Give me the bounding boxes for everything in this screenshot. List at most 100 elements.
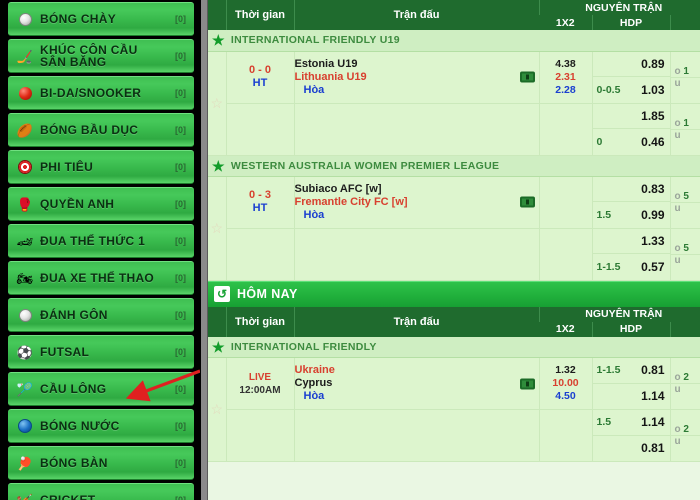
hdp-odd[interactable]: 1.33 [641, 234, 664, 248]
hdp-odd[interactable]: 0.57 [641, 260, 664, 274]
sidebar-item-4[interactable]: PHI TIÊU [0] [8, 150, 194, 184]
sidebar-item-3[interactable]: 🏉 BÓNG BẦU DỤC [0] [8, 113, 194, 147]
league-header-row[interactable]: ★ INTERNATIONAL FRIENDLY [208, 336, 700, 358]
hdp-cell[interactable]: 0.89 0-0.5 1.03 [591, 51, 670, 104]
sidebar-item-10[interactable]: 🏸 CẦU LÔNG [0] [8, 372, 194, 406]
odds-1x2-cell[interactable] [538, 176, 592, 229]
match-favourite-cell[interactable]: ☆ [208, 176, 226, 281]
hdp-option[interactable]: 0.89 [592, 52, 670, 77]
hdp-cell-secondary[interactable]: 1.85 0 0.46 [591, 103, 670, 156]
match-teams-cell[interactable]: Ukraine Cyprus Hòa [293, 357, 539, 410]
ou-option[interactable]: o 2 [670, 424, 700, 436]
ou-option[interactable]: o 1 [670, 118, 700, 130]
match-favourite-cell[interactable]: ☆ [208, 51, 226, 156]
hdp-cell-secondary[interactable]: 1.5 1.14 0.81 [591, 409, 670, 462]
star-outline-icon[interactable]: ☆ [210, 220, 223, 236]
sidebar-item-13[interactable]: 🏏 CRICKET [0] [8, 483, 194, 500]
odd-away[interactable]: 10.00 [540, 377, 592, 390]
over-under-cell[interactable]: o 5u [669, 176, 700, 229]
hdp-cell[interactable]: 0.83 1.5 0.99 [591, 176, 670, 229]
sidebar-item-12[interactable]: 🏓 BÓNG BÀN [0] [8, 446, 194, 480]
odd-draw[interactable]: 4.50 [540, 390, 592, 403]
match-row[interactable]: ☆ 0 - 3 HT Subiaco AFC [w] Fremantle City FC… [208, 176, 700, 281]
ou-option[interactable]: o 1 [670, 66, 700, 78]
sidebar-item-2[interactable]: BI-DA/SNOOKER [0] [8, 76, 194, 110]
league-favourite-icon[interactable]: ★ [212, 340, 225, 354]
sidebar-item-6[interactable]: 🏎 ĐUA THỂ THỨC 1 [0] [8, 224, 194, 258]
odds-1x2-cell[interactable]: 1.32 10.00 4.50 [538, 357, 592, 410]
match-row-secondary[interactable]: 1.5 1.14 0.81 o 2u [208, 409, 700, 462]
match-teams-cell[interactable]: Subiaco AFC [w] Fremantle City FC [w] Hòa [293, 176, 539, 229]
refresh-icon[interactable]: ↺ [214, 286, 230, 302]
league-header-row[interactable]: ★ WESTERN AUSTRALIA WOMEN PREMIER LEAGUE [208, 155, 700, 177]
over-under-cell[interactable]: o 2u [669, 357, 700, 410]
ou-option[interactable]: u [671, 130, 700, 141]
hdp-odd[interactable]: 1.03 [641, 83, 664, 97]
hdp-option[interactable]: 0 0.46 [593, 129, 670, 155]
odd-draw[interactable]: 2.28 [540, 84, 592, 97]
ou-option[interactable]: u [671, 255, 700, 266]
hdp-cell[interactable]: 1-1.5 0.81 1.14 [591, 357, 670, 410]
hdp-option[interactable]: 1.33 [592, 229, 670, 254]
odd-draw[interactable] [540, 209, 592, 222]
hdp-odd[interactable]: 0.99 [641, 208, 664, 222]
hdp-odd[interactable]: 1.14 [641, 389, 664, 403]
hdp-odd[interactable]: 0.89 [641, 57, 664, 71]
sidebar-item-1[interactable]: 🏒 KHÚC CÔN CẦU SÂN BĂNG [0] [8, 39, 194, 73]
league-favourite-icon[interactable]: ★ [212, 159, 225, 173]
over-under-cell-secondary[interactable]: o 1u [669, 103, 700, 156]
match-teams-cell[interactable]: Estonia U19 Lithuania U19 Hòa [293, 51, 539, 104]
hdp-option[interactable]: 1.14 [593, 384, 670, 410]
league-header-row[interactable]: ★ INTERNATIONAL FRIENDLY U19 [208, 30, 700, 52]
ou-option[interactable]: o 2 [670, 372, 700, 384]
sidebar-item-7[interactable]: 🏍 ĐUA XE THỂ THAO [0] [8, 261, 194, 295]
hdp-option[interactable]: 0.83 [592, 177, 670, 202]
ou-option[interactable]: u [671, 384, 700, 395]
hdp-option[interactable]: 0-0.5 1.03 [593, 77, 670, 103]
hdp-odd[interactable]: 0.46 [641, 135, 664, 149]
odd-home[interactable] [540, 183, 592, 196]
odd-home[interactable]: 4.38 [540, 58, 592, 71]
match-favourite-cell[interactable]: ☆ [208, 357, 226, 462]
star-outline-icon[interactable]: ☆ [210, 95, 223, 111]
hdp-option[interactable]: 1-1.5 0.57 [593, 254, 670, 280]
hdp-option[interactable]: 1.5 0.99 [593, 202, 670, 228]
star-outline-icon[interactable]: ☆ [210, 401, 223, 417]
odd-home[interactable]: 1.32 [540, 364, 592, 377]
odd-away[interactable] [540, 196, 592, 209]
sidebar-item-9[interactable]: ⚽ FUTSAL [0] [8, 335, 194, 369]
today-section-bar[interactable]: ↺ HÔM NAY [208, 280, 700, 307]
league-favourite-icon[interactable]: ★ [212, 33, 225, 47]
stream-icon[interactable] [519, 196, 535, 208]
hdp-odd[interactable]: 1.14 [641, 415, 664, 429]
match-row[interactable]: ☆ LIVE 12:00AM Ukraine Cyprus Hòa 1.32 10.00 4.5… [208, 357, 700, 462]
over-under-cell-secondary[interactable]: o 5u [669, 228, 700, 281]
over-under-cell-secondary[interactable]: o 2u [669, 409, 700, 462]
sidebar-item-11[interactable]: BÓNG NƯỚC [0] [8, 409, 194, 443]
hdp-odd[interactable]: 0.81 [641, 363, 664, 377]
odds-1x2-cell[interactable]: 4.38 2.31 2.28 [538, 51, 592, 104]
sidebar-item-5[interactable]: 🥊 QUYỀN ANH [0] [8, 187, 194, 221]
ou-option[interactable]: u [671, 78, 700, 89]
hdp-option[interactable]: 1-1.5 0.81 [592, 358, 670, 384]
hdp-option[interactable]: 1.5 1.14 [592, 410, 670, 436]
hdp-option[interactable]: 1.85 [592, 104, 670, 129]
hdp-odd[interactable]: 0.83 [641, 182, 664, 196]
ou-option[interactable]: u [671, 203, 700, 214]
ou-option[interactable]: o 5 [670, 243, 700, 255]
match-row-secondary[interactable]: 1.85 0 0.46 o 1u [208, 103, 700, 156]
stream-icon[interactable] [519, 378, 535, 389]
ou-option[interactable]: u [671, 436, 700, 447]
odd-away[interactable]: 2.31 [540, 71, 592, 84]
stream-icon[interactable] [519, 71, 535, 83]
ou-option[interactable]: o 5 [670, 191, 700, 203]
sidebar-item-0[interactable]: BÓNG CHÀY [0] [8, 2, 194, 36]
over-under-cell[interactable]: o 1u [669, 51, 700, 104]
match-row-secondary[interactable]: 1.33 1-1.5 0.57 o 5u [208, 228, 700, 281]
hdp-odd[interactable]: 0.81 [641, 441, 664, 455]
hdp-option[interactable]: 0.81 [593, 436, 670, 462]
hdp-odd[interactable]: 1.85 [641, 109, 664, 123]
sidebar-item-8[interactable]: ĐÁNH GÔN [0] [8, 298, 194, 332]
hdp-cell-secondary[interactable]: 1.33 1-1.5 0.57 [591, 228, 670, 281]
match-row[interactable]: ☆ 0 - 0 HT Estonia U19 Lithuania U19 Hòa 4.38 2… [208, 51, 700, 156]
